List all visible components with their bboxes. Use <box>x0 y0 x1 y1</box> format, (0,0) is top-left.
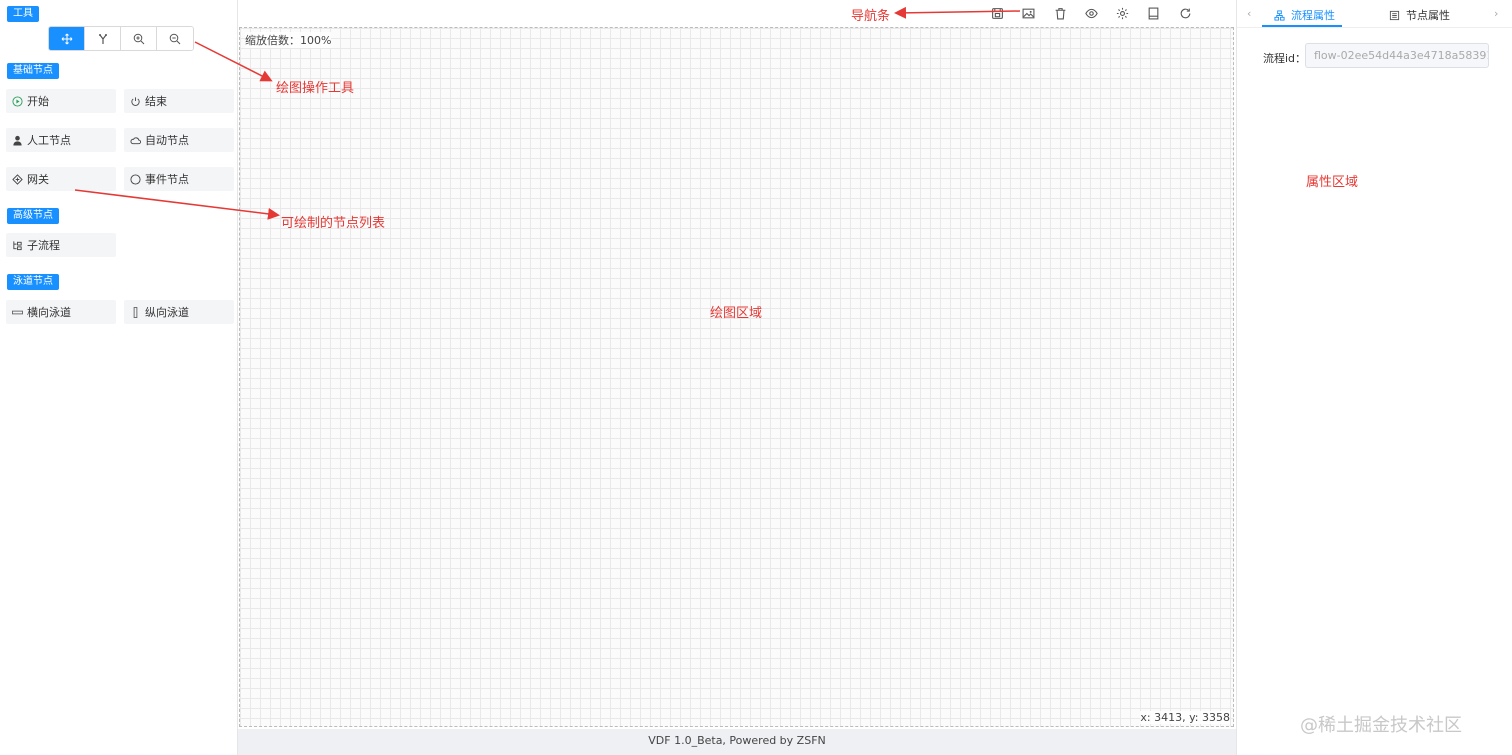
node-manual[interactable]: 人工节点 <box>6 128 116 152</box>
reset-icon[interactable] <box>1178 6 1192 20</box>
subprocess-icon <box>12 240 23 251</box>
active-tab-indicator <box>1262 25 1342 27</box>
flow-id-label: 流程id： <box>1263 52 1307 65</box>
basic-nodes-tag: 基础节点 <box>7 63 59 79</box>
play-circle-icon <box>12 95 23 107</box>
zoom-label: 缩放倍数：100% <box>245 32 332 48</box>
node-end[interactable]: 结束 <box>124 89 234 113</box>
annotation-draw-area: 绘图区域 <box>710 306 763 321</box>
flow-icon <box>1274 9 1285 21</box>
annotation-navbar: 导航条 <box>851 9 891 24</box>
chevron-left-icon[interactable]: ‹ <box>1247 7 1251 20</box>
file-icon[interactable] <box>1146 6 1160 20</box>
node-v-lane-label: 纵向泳道 <box>145 306 189 319</box>
cloud-icon <box>130 135 141 146</box>
left-panel: 工具 基础节点 开始 结束 人工节点 自动节点 网关 事件节点 高级节点 子流程… <box>0 0 238 755</box>
tab-node-label: 节点属性 <box>1406 9 1450 22</box>
tab-flow-label: 流程属性 <box>1291 9 1335 22</box>
navbar <box>238 0 1236 27</box>
watermark: @稀土掘金技术社区 <box>1300 715 1462 736</box>
zoom-in-icon <box>133 33 144 44</box>
zoom-out-icon <box>169 33 181 44</box>
annotation-draw-tools: 绘图操作工具 <box>276 81 355 96</box>
zoom-out-button[interactable] <box>157 27 193 50</box>
move-icon <box>61 33 72 44</box>
chevron-right-icon[interactable]: › <box>1494 7 1498 20</box>
node-start[interactable]: 开始 <box>6 89 116 113</box>
advanced-nodes-tag: 高级节点 <box>7 208 59 224</box>
flow-id-input[interactable]: flow-02ee54d44a3e4718a583912b <box>1305 43 1489 68</box>
settings-icon[interactable] <box>1115 6 1129 20</box>
zoom-in-button[interactable] <box>121 27 157 50</box>
gateway-icon <box>12 173 23 185</box>
node-subprocess[interactable]: 子流程 <box>6 233 116 257</box>
node-event[interactable]: 事件节点 <box>124 167 234 191</box>
node-gateway[interactable]: 网关 <box>6 167 116 191</box>
power-icon <box>130 96 141 107</box>
horizontal-lane-icon <box>12 307 23 318</box>
preview-icon[interactable] <box>1084 6 1098 20</box>
node-v-lane[interactable]: 纵向泳道 <box>124 300 234 324</box>
properties-tabs: ‹ 流程属性 节点属性 › <box>1237 0 1512 28</box>
vertical-lane-icon <box>130 306 141 318</box>
save-icon[interactable] <box>990 6 1004 20</box>
node-auto[interactable]: 自动节点 <box>124 128 234 152</box>
node-start-label: 开始 <box>27 95 49 108</box>
connect-tool-button[interactable] <box>85 27 121 50</box>
move-tool-button[interactable] <box>49 27 85 50</box>
cursor-coordinates: x: 3413, y: 3358 <box>1140 711 1230 724</box>
annotation-prop-area: 属性区域 <box>1306 175 1359 190</box>
user-icon <box>12 135 23 146</box>
circle-icon <box>130 173 141 185</box>
delete-icon[interactable] <box>1053 6 1067 20</box>
node-gateway-label: 网关 <box>27 173 49 186</box>
node-end-label: 结束 <box>145 95 167 108</box>
node-manual-label: 人工节点 <box>27 134 71 147</box>
canvas-area: 缩放倍数：100% x: 3413, y: 3358 VDF 1.0_Beta,… <box>238 0 1236 755</box>
connect-icon <box>98 33 107 44</box>
node-auto-label: 自动节点 <box>145 134 189 147</box>
node-subprocess-label: 子流程 <box>27 239 60 252</box>
lane-nodes-tag: 泳道节点 <box>7 274 59 290</box>
node-h-lane[interactable]: 横向泳道 <box>6 300 116 324</box>
node-event-label: 事件节点 <box>145 173 189 186</box>
footer: VDF 1.0_Beta, Powered by ZSFN <box>238 729 1236 755</box>
image-icon[interactable] <box>1021 6 1035 20</box>
node-h-lane-label: 横向泳道 <box>27 306 71 319</box>
list-icon <box>1389 10 1400 20</box>
tab-flow-properties[interactable]: 流程属性 <box>1274 7 1335 23</box>
tools-section-tag: 工具 <box>7 6 39 22</box>
tab-node-properties[interactable]: 节点属性 <box>1389 7 1450 23</box>
annotation-node-list: 可绘制的节点列表 <box>281 216 386 231</box>
drawing-canvas[interactable]: 缩放倍数：100% x: 3413, y: 3358 <box>239 27 1234 727</box>
properties-panel: ‹ 流程属性 节点属性 › 流程id： flow-02ee54d44a3e471… <box>1236 0 1512 755</box>
draw-toolbar <box>48 26 194 51</box>
